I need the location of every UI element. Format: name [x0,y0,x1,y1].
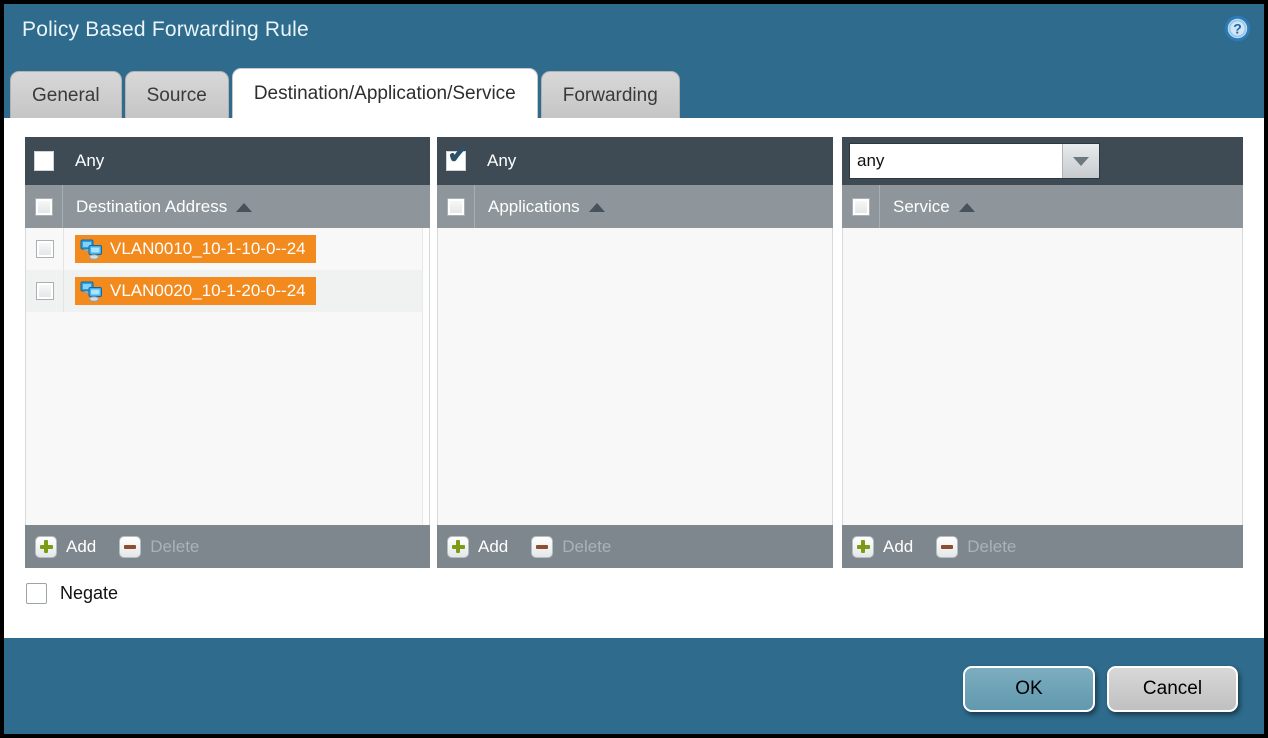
destination-any-bar: ✔ Any [25,137,430,185]
applications-any-checkbox[interactable]: ✔ [446,151,466,171]
minus-icon[interactable] [531,536,553,558]
negate-checkbox[interactable]: ✔ [26,583,47,604]
applications-any-bar: ✔ Any [437,137,833,185]
applications-header-label: Applications [488,197,580,217]
divider [879,185,880,228]
list-item[interactable]: VLAN0020_10-1-20-0--24 [26,270,429,312]
tab-general[interactable]: General [10,71,122,118]
applications-list [437,228,833,525]
service-dropdown-button[interactable] [1062,144,1099,178]
destination-add-button[interactable]: Add [66,537,96,557]
dialog-title: Policy Based Forwarding Rule [22,18,309,42]
address-object-tag[interactable]: VLAN0010_10-1-10-0--24 [75,235,316,263]
checkmark-icon: ✔ [448,143,469,168]
service-add-button[interactable]: Add [883,537,913,557]
destination-address-header[interactable]: Destination Address [25,185,430,228]
minus-icon[interactable] [119,536,141,558]
destination-select-all-checkbox[interactable] [35,198,53,216]
divider [63,270,64,312]
cancel-button[interactable]: Cancel [1107,666,1238,712]
sort-ascending-icon [589,203,605,212]
destination-delete-button[interactable]: Delete [150,537,199,557]
plus-icon[interactable] [447,536,469,558]
tab-destination-application-service[interactable]: Destination/Application/Service [232,68,538,118]
applications-footer-bar: Add Delete [437,525,833,568]
applications-add-button[interactable]: Add [478,537,508,557]
network-address-icon [80,239,103,260]
service-select-all-checkbox[interactable] [852,198,870,216]
help-icon[interactable]: ? [1224,15,1251,42]
tab-forwarding[interactable]: Forwarding [541,71,680,118]
minus-icon[interactable] [936,536,958,558]
negate-option: ✔ Negate [26,583,118,604]
divider [62,185,63,228]
applications-delete-button[interactable]: Delete [562,537,611,557]
list-item[interactable]: VLAN0010_10-1-10-0--24 [26,228,429,270]
tab-source[interactable]: Source [125,71,229,118]
tab-content-panel: ✔ Any Destination Address [4,118,1264,638]
destination-address-list: VLAN0010_10-1-10-0--24 [25,228,430,525]
scrollbar-track[interactable] [422,228,429,525]
service-column: Service Add Delete [842,137,1243,568]
applications-select-all-checkbox[interactable] [447,198,465,216]
service-header[interactable]: Service [842,185,1243,228]
destination-address-column: ✔ Any Destination Address [25,137,430,568]
negate-label: Negate [60,583,118,604]
plus-icon[interactable] [852,536,874,558]
address-object-label: VLAN0020_10-1-20-0--24 [110,281,306,301]
destination-footer-bar: Add Delete [25,525,430,568]
divider [63,228,64,270]
service-footer-bar: Add Delete [842,525,1243,568]
svg-text:?: ? [1233,21,1242,37]
service-dropdown-input[interactable] [850,144,1062,178]
service-dropdown [849,143,1100,179]
sort-ascending-icon [959,203,975,212]
destination-any-label: Any [75,151,104,171]
service-header-label: Service [893,197,950,217]
destination-address-header-label: Destination Address [76,197,227,217]
address-object-label: VLAN0010_10-1-10-0--24 [110,239,306,259]
chevron-down-icon [1073,157,1089,166]
plus-icon[interactable] [35,536,57,558]
tab-bar: General Source Destination/Application/S… [10,68,680,118]
network-address-icon [80,281,103,302]
service-delete-button[interactable]: Delete [967,537,1016,557]
applications-column: ✔ Any Applications Add Delete [437,137,833,568]
address-object-tag[interactable]: VLAN0020_10-1-20-0--24 [75,277,316,305]
row-checkbox[interactable] [36,240,54,258]
row-checkbox[interactable] [36,282,54,300]
destination-any-checkbox[interactable]: ✔ [34,151,54,171]
service-list [842,228,1243,525]
divider [474,185,475,228]
applications-any-label: Any [487,151,516,171]
service-dropdown-bar [842,137,1243,185]
policy-based-forwarding-dialog: Policy Based Forwarding Rule ? General S… [0,0,1268,738]
ok-button[interactable]: OK [963,666,1095,712]
sort-ascending-icon [236,203,252,212]
applications-header[interactable]: Applications [437,185,833,228]
